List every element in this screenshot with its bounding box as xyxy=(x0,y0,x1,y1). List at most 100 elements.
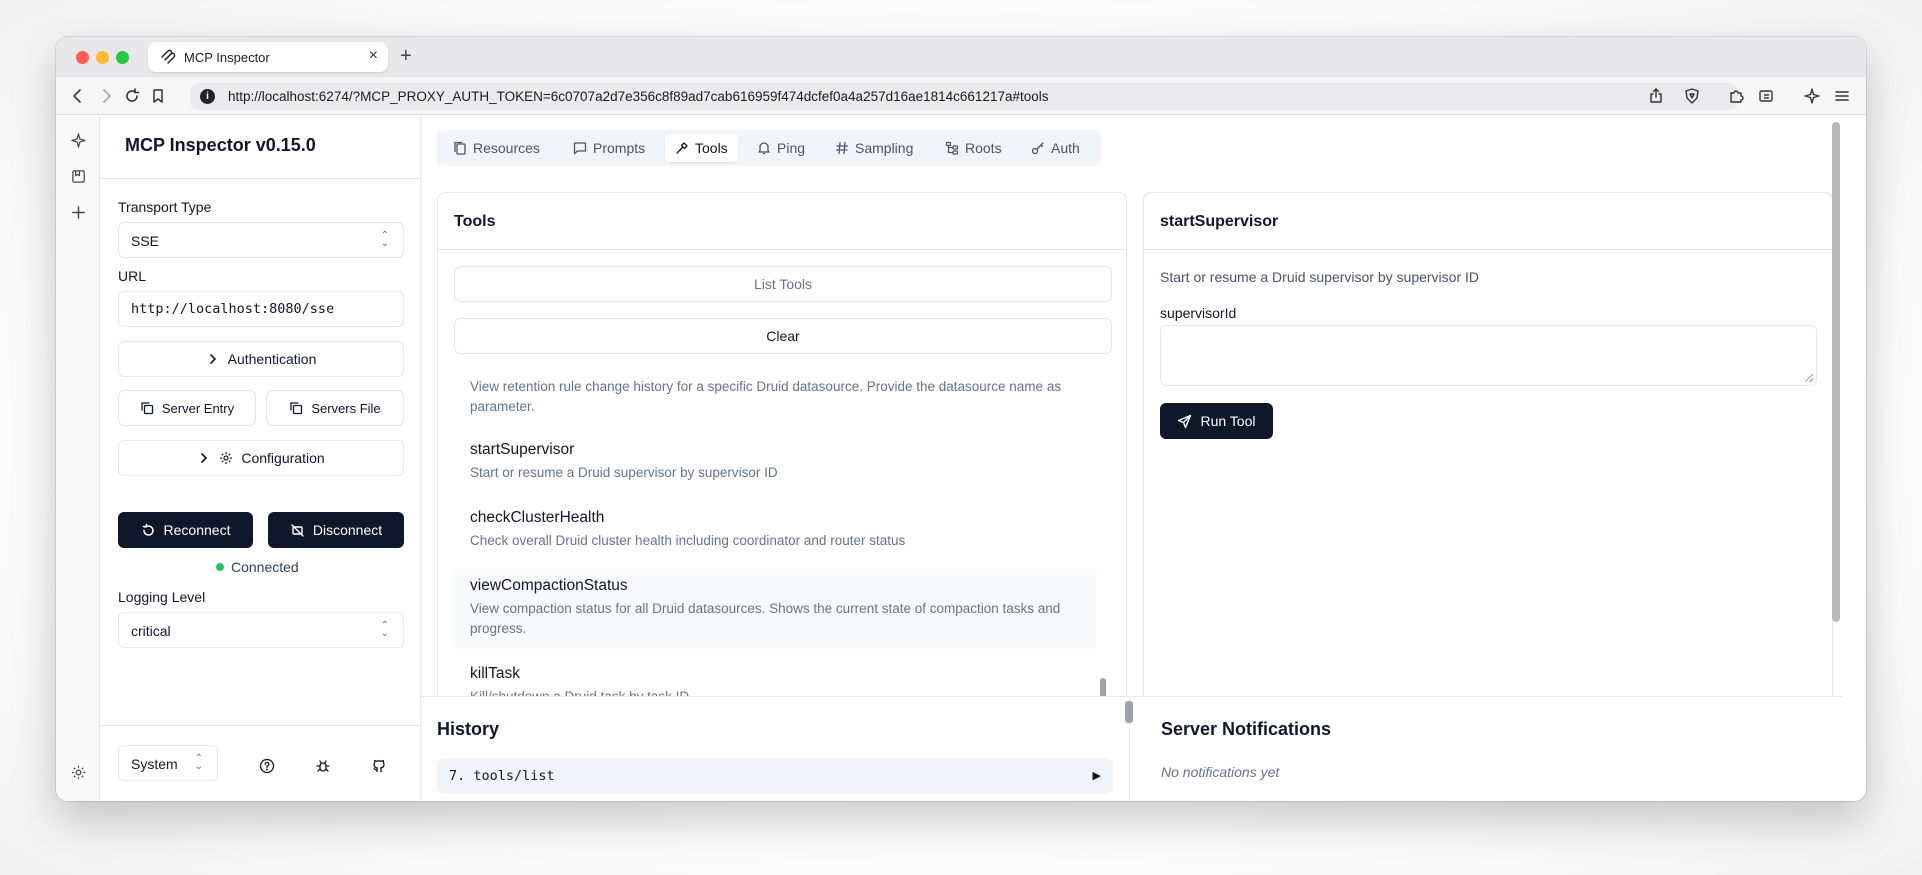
theme-value: System xyxy=(131,756,178,772)
run-tool-button[interactable]: Run Tool xyxy=(1160,403,1273,439)
theme-select[interactable]: System ⌃ ⌄ xyxy=(118,745,218,781)
authentication-label: Authentication xyxy=(227,351,317,367)
browser-tab[interactable]: MCP Inspector × xyxy=(148,42,388,72)
main-panel: Resources Prompts Tools Ping Sampling Ro… xyxy=(421,116,1842,801)
url-label: URL xyxy=(118,268,147,284)
url-text[interactable]: http://localhost:6274/?MCP_PROXY_AUTH_TO… xyxy=(228,89,1049,104)
close-tab-icon[interactable]: × xyxy=(369,47,378,65)
tool-item[interactable]: checkClusterHealth Check overall Druid c… xyxy=(454,501,1096,559)
site-info-icon[interactable]: i xyxy=(200,89,215,104)
supervisor-id-label: supervisorId xyxy=(1160,305,1237,321)
server-entry-button[interactable]: Server Entry xyxy=(118,390,256,426)
reading-list-icon[interactable] xyxy=(68,166,88,186)
unplug-icon xyxy=(291,523,304,537)
tab-label: Ping xyxy=(777,140,806,156)
tab-sampling[interactable]: Sampling xyxy=(825,134,923,162)
extensions-icon[interactable] xyxy=(1726,86,1746,106)
tools-card-title: Tools xyxy=(454,213,496,230)
tab-label: Resources xyxy=(473,140,540,156)
tool-name: startSupervisor xyxy=(470,441,575,458)
leo-ai-icon[interactable] xyxy=(1802,86,1822,106)
new-tab-button[interactable]: + xyxy=(400,45,412,68)
tool-description: View retention rule change history for a… xyxy=(470,379,1062,414)
maximize-window-button[interactable] xyxy=(116,51,129,64)
browser-side-rail xyxy=(56,116,100,801)
tab-roots[interactable]: Roots xyxy=(935,134,1012,162)
configuration-toggle-button[interactable]: Configuration xyxy=(118,440,404,476)
run-tool-label: Run Tool xyxy=(1200,413,1256,429)
page-scrollbar[interactable] xyxy=(1832,122,1840,622)
tab-label: Prompts xyxy=(593,140,646,156)
tab-title: MCP Inspector xyxy=(184,50,270,65)
share-icon[interactable] xyxy=(1646,86,1666,106)
tab-label: Tools xyxy=(695,140,728,156)
tab-prompts[interactable]: Prompts xyxy=(563,134,655,162)
bug-icon[interactable] xyxy=(313,756,333,776)
tool-item[interactable]: startSupervisor Start or resume a Druid … xyxy=(454,433,1096,491)
url-input[interactable]: http://localhost:8080/sse xyxy=(118,291,404,327)
copy-icon xyxy=(290,402,303,415)
tab-resources[interactable]: Resources xyxy=(443,134,550,162)
sidebar-toggle-icon[interactable] xyxy=(1756,86,1776,106)
server-entry-label: Server Entry xyxy=(161,400,235,416)
reload-icon[interactable] xyxy=(122,86,142,106)
logging-level-select[interactable]: critical ⌃ ⌄ xyxy=(118,612,404,648)
chevron-right-icon xyxy=(201,453,208,463)
transport-type-select[interactable]: SSE ⌃ ⌄ xyxy=(118,222,404,258)
tool-item[interactable]: View retention rule change history for a… xyxy=(454,371,1096,425)
transport-type-label: Transport Type xyxy=(118,199,212,215)
address-bar[interactable]: i http://localhost:6274/?MCP_PROXY_AUTH_… xyxy=(190,83,1738,110)
servers-file-label: Servers File xyxy=(311,400,381,416)
add-panel-icon[interactable] xyxy=(68,202,88,222)
card-divider xyxy=(438,249,1126,250)
tab-label: Roots xyxy=(965,140,1002,156)
key-icon xyxy=(1031,142,1044,155)
servers-file-button[interactable]: Servers File xyxy=(266,390,404,426)
history-entry[interactable]: 7. tools/list ▶ xyxy=(437,758,1113,794)
settings-gear-icon[interactable] xyxy=(68,762,88,782)
reconnect-button[interactable]: Reconnect xyxy=(118,512,253,548)
tool-name xyxy=(470,371,1080,373)
tool-description: Check overall Druid cluster health inclu… xyxy=(470,533,906,548)
authentication-toggle-button[interactable]: Authentication xyxy=(118,341,404,377)
close-window-button[interactable] xyxy=(76,51,89,64)
tab-label: Sampling xyxy=(855,140,914,156)
brave-shield-icon[interactable] xyxy=(1682,86,1702,106)
tab-tools[interactable]: Tools xyxy=(665,134,738,162)
chevron-right-icon xyxy=(209,354,216,364)
notifications-empty-text: No notifications yet xyxy=(1161,764,1280,780)
tool-item[interactable]: viewCompactionStatus View compaction sta… xyxy=(454,569,1096,649)
clear-button[interactable]: Clear xyxy=(454,318,1112,354)
expand-arrow-icon[interactable]: ▶ xyxy=(1093,769,1101,782)
tool-list: View retention rule change history for a… xyxy=(454,371,1096,703)
card-divider xyxy=(1144,249,1832,250)
browser-toolbar: i http://localhost:6274/?MCP_PROXY_AUTH_… xyxy=(56,77,1866,115)
tabs-list: Resources Prompts Tools Ping Sampling Ro… xyxy=(437,130,1101,166)
forward-icon[interactable] xyxy=(96,86,116,106)
tool-description: View compaction status for all Druid dat… xyxy=(470,601,1061,636)
disconnect-label: Disconnect xyxy=(312,522,383,538)
status-text: Connected xyxy=(231,559,299,575)
bookmark-icon[interactable] xyxy=(148,86,168,106)
help-circle-icon[interactable] xyxy=(257,756,277,776)
app-root: MCP Inspector v0.15.0 Transport Type SSE… xyxy=(56,116,1866,801)
resize-handle-icon[interactable] xyxy=(1805,374,1813,382)
folder-tree-icon xyxy=(945,141,959,155)
sparkle-icon[interactable] xyxy=(68,130,88,150)
connection-status: Connected xyxy=(216,559,299,575)
history-title: History xyxy=(437,719,500,739)
tools-list-card: Tools List Tools Clear View retention ru… xyxy=(437,192,1127,712)
list-tools-button[interactable]: List Tools xyxy=(454,266,1112,302)
tab-auth[interactable]: Auth xyxy=(1021,134,1090,162)
hammer-icon xyxy=(676,142,688,154)
back-icon[interactable] xyxy=(68,86,88,106)
bottom-panels: History 7. tools/list ▶ Server Notificat… xyxy=(421,696,1842,801)
github-icon[interactable] xyxy=(369,756,389,776)
panel-resize-handle[interactable] xyxy=(1125,701,1133,723)
disconnect-button[interactable]: Disconnect xyxy=(268,512,404,548)
menu-icon[interactable] xyxy=(1832,86,1852,106)
tab-ping[interactable]: Ping xyxy=(747,134,815,162)
minimize-window-button[interactable] xyxy=(96,51,109,64)
supervisor-id-input[interactable] xyxy=(1160,325,1817,386)
tool-name: checkClusterHealth xyxy=(470,509,605,526)
